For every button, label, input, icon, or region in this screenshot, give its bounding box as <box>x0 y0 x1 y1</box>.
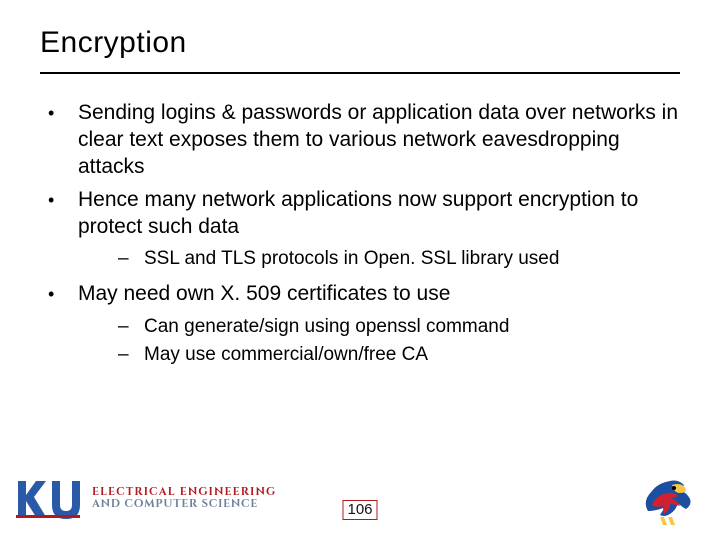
ku-logo-block: ELECTRICAL ENGINEERING AND COMPUTER SCIE… <box>14 477 276 521</box>
jayhawk-mascot-icon <box>638 471 698 527</box>
bullet-list: Sending logins & passwords or applicatio… <box>40 100 680 369</box>
slide-title: Encryption <box>0 0 720 68</box>
slide-content: Sending logins & passwords or applicatio… <box>0 74 720 369</box>
bullet-item: Hence many network applications now supp… <box>40 187 680 273</box>
bullet-text: Hence many network applications now supp… <box>78 188 638 238</box>
ku-dept-text: ELECTRICAL ENGINEERING AND COMPUTER SCIE… <box>92 487 276 510</box>
sub-item: May use commercial/own/free CA <box>78 342 680 369</box>
dept-name-line2: AND COMPUTER SCIENCE <box>92 499 276 511</box>
bullet-item: May need own X. 509 certificates to use … <box>40 281 680 369</box>
bullet-text: May need own X. 509 certificates to use <box>78 282 450 305</box>
bullet-text: Sending logins & passwords or applicatio… <box>78 101 678 178</box>
sub-item: SSL and TLS protocols in Open. SSL libra… <box>78 246 680 273</box>
footer: ELECTRICAL ENGINEERING AND COMPUTER SCIE… <box>0 466 720 540</box>
sub-list: SSL and TLS protocols in Open. SSL libra… <box>78 246 680 273</box>
ku-monogram-icon <box>14 477 82 521</box>
bullet-item: Sending logins & passwords or applicatio… <box>40 100 680 181</box>
slide: Encryption Sending logins & passwords or… <box>0 0 720 540</box>
sub-list: Can generate/sign using openssl command … <box>78 314 680 369</box>
sub-item: Can generate/sign using openssl command <box>78 314 680 341</box>
page-number: 106 <box>342 500 377 520</box>
